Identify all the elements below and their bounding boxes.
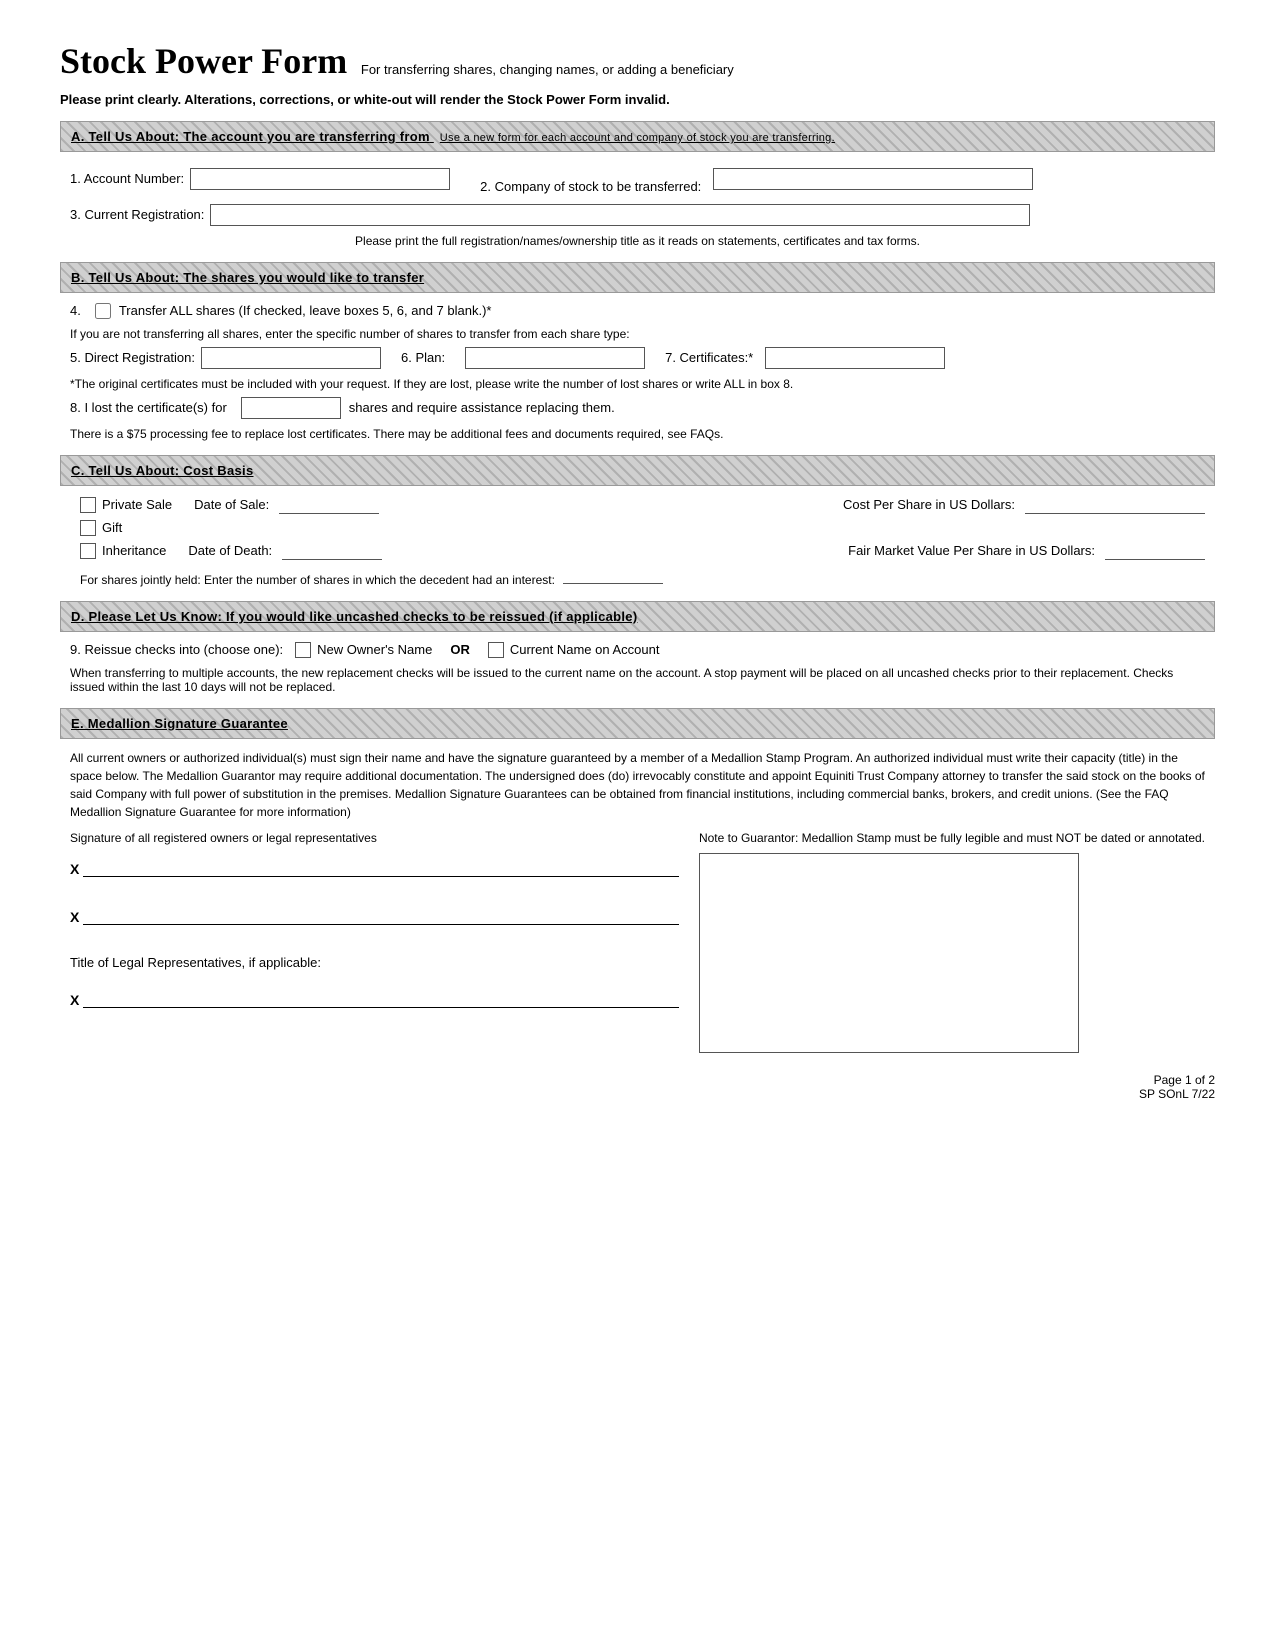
inheritance-row: Inheritance Date of Death: Fair Market V… [70, 542, 1205, 560]
private-sale-row: Private Sale Date of Sale: Cost Per Shar… [70, 496, 1205, 514]
footer-page: Page 1 of 2 [60, 1073, 1215, 1087]
account-number-label: 1. Account Number: [70, 171, 184, 186]
date-of-sale-label: Date of Sale: [194, 497, 269, 512]
section-e: E. Medallion Signature Guarantee All cur… [60, 708, 1215, 1053]
inheritance-checkbox[interactable] [80, 543, 96, 559]
current-registration-row: 3. Current Registration: [70, 204, 1205, 226]
lost-cert-label: 8. I lost the certificate(s) for [70, 400, 227, 415]
sig-line-1: X [70, 859, 679, 877]
section-a: A. Tell Us About: The account you are tr… [60, 121, 1215, 248]
shares-intro: If you are not transferring all shares, … [70, 327, 1205, 341]
registration-note: Please print the full registration/names… [70, 234, 1205, 248]
sig-lines: X X Title of Legal Representatives, if a… [70, 859, 679, 1008]
note-to-guarantor: Note to Guarantor: Medallion Stamp must … [699, 831, 1205, 845]
direct-reg-label: 5. Direct Registration: [70, 350, 195, 365]
sig-input-1[interactable] [83, 859, 679, 877]
jointly-held-note: For shares jointly held: Enter the numbe… [80, 573, 555, 587]
account-number-input[interactable] [190, 168, 450, 190]
date-of-sale-input[interactable] [279, 496, 379, 514]
section-e-header: E. Medallion Signature Guarantee [60, 708, 1215, 739]
item4-prefix: 4. [70, 303, 81, 318]
lost-cert-input[interactable] [241, 397, 341, 419]
section-b: B. Tell Us About: The shares you would l… [60, 262, 1215, 441]
title-row: Stock Power Form For transferring shares… [60, 40, 1215, 82]
warning-text: Please print clearly. Alterations, corre… [60, 92, 1215, 107]
sig-x-2: X [70, 909, 79, 925]
fair-market-input[interactable] [1105, 542, 1205, 560]
title-rep-label: Title of Legal Representatives, if appli… [70, 955, 679, 970]
section-c: C. Tell Us About: Cost Basis Private Sal… [60, 455, 1215, 587]
reissue-note: When transferring to multiple accounts, … [70, 666, 1205, 694]
sig-input-3[interactable] [83, 990, 679, 1008]
new-owner-checkbox[interactable] [295, 642, 311, 658]
fair-market-label: Fair Market Value Per Share in US Dollar… [848, 543, 1095, 558]
jointly-held-input[interactable] [563, 566, 663, 584]
page-subtitle: For transferring shares, changing names,… [361, 62, 734, 77]
date-of-death-input[interactable] [282, 542, 382, 560]
sig-line-3: X [70, 990, 679, 1008]
section-d-header: D. Please Let Us Know: If you would like… [60, 601, 1215, 632]
sig-x-1: X [70, 861, 79, 877]
current-registration-input[interactable] [210, 204, 1030, 226]
account-number-row: 1. Account Number: 2. Company of stock t… [70, 162, 1205, 196]
cost-per-share-label: Cost Per Share in US Dollars: [843, 497, 1015, 512]
sig-instructions-label: Signature of all registered owners or le… [70, 831, 679, 845]
reissue-row: 9. Reissue checks into (choose one): New… [70, 642, 1205, 658]
page-title: Stock Power Form [60, 41, 347, 81]
section-d: D. Please Let Us Know: If you would like… [60, 601, 1215, 694]
section-c-header: C. Tell Us About: Cost Basis [60, 455, 1215, 486]
transfer-all-label: Transfer ALL shares (If checked, leave b… [119, 303, 492, 318]
section-a-header: A. Tell Us About: The account you are tr… [60, 121, 1215, 152]
sig-x-3: X [70, 992, 79, 1008]
transfer-all-checkbox[interactable] [95, 303, 111, 319]
reissue-label: 9. Reissue checks into (choose one): [70, 642, 283, 657]
lost-cert-suffix: shares and require assistance replacing … [349, 400, 615, 415]
signature-right-container: Note to Guarantor: Medallion Stamp must … [699, 831, 1205, 1053]
private-sale-label: Private Sale [102, 497, 172, 512]
company-stock-label: 2. Company of stock to be transferred: [480, 162, 701, 196]
gift-checkbox[interactable] [80, 520, 96, 536]
current-name-label: Current Name on Account [510, 642, 660, 657]
date-of-death-label: Date of Death: [188, 543, 272, 558]
signature-left: Signature of all registered owners or le… [70, 831, 679, 1053]
current-name-checkbox[interactable] [488, 642, 504, 658]
shares-fields-row: 5. Direct Registration: 6. Plan: 7. Cert… [70, 347, 1205, 369]
plan-input[interactable] [465, 347, 645, 369]
sig-input-2[interactable] [83, 907, 679, 925]
section-b-header: B. Tell Us About: The shares you would l… [60, 262, 1215, 293]
jointly-held-row: For shares jointly held: Enter the numbe… [70, 566, 1205, 587]
plan-label: 6. Plan: [401, 350, 445, 365]
inheritance-label: Inheritance [102, 543, 166, 558]
transfer-all-row: 4. Transfer ALL shares (If checked, leav… [70, 303, 1205, 319]
private-sale-checkbox[interactable] [80, 497, 96, 513]
certificates-input[interactable] [765, 347, 945, 369]
page-footer: Page 1 of 2 SP SOnL 7/22 [60, 1073, 1215, 1101]
or-label: OR [450, 642, 470, 657]
new-owner-label: New Owner's Name [317, 642, 432, 657]
medallion-para: All current owners or authorized individ… [70, 749, 1205, 821]
gift-label: Gift [102, 520, 122, 535]
fee-note: There is a $75 processing fee to replace… [70, 427, 1205, 441]
current-registration-label: 3. Current Registration: [70, 207, 204, 222]
footer-form: SP SOnL 7/22 [60, 1087, 1215, 1101]
cert-note: *The original certificates must be inclu… [70, 377, 1205, 391]
direct-reg-input[interactable] [201, 347, 381, 369]
medallion-stamp-box [699, 853, 1079, 1053]
certificates-label: 7. Certificates:* [665, 350, 753, 365]
gift-row: Gift [70, 520, 1205, 536]
signature-section: Signature of all registered owners or le… [70, 831, 1205, 1053]
cost-per-share-input[interactable] [1025, 496, 1205, 514]
company-stock-input[interactable] [713, 168, 1033, 190]
sig-line-2: X [70, 907, 679, 925]
lost-cert-row: 8. I lost the certificate(s) for shares … [70, 397, 1205, 419]
